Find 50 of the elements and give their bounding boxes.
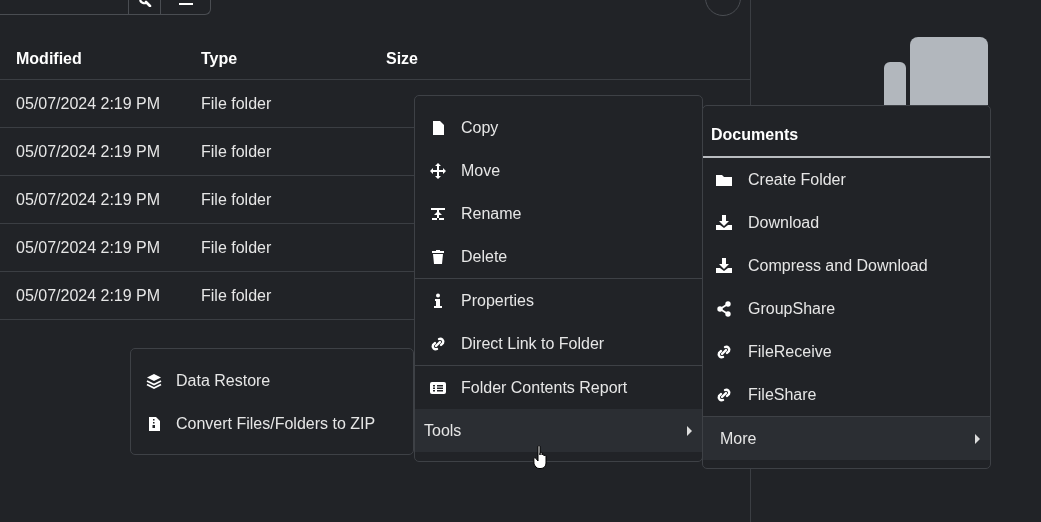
share-icon [716, 300, 732, 317]
download-icon [716, 257, 732, 274]
menu-item[interactable]: Convert Files/Folders to ZIP [131, 402, 413, 445]
link-icon [716, 386, 732, 403]
menu-item[interactable]: Tools [415, 409, 702, 452]
table-cell-text: File folder [201, 94, 273, 113]
table-cell-text: File folder [201, 238, 273, 257]
menu-item[interactable]: Download [703, 201, 990, 244]
move-arrows-icon [430, 162, 446, 179]
search-button[interactable] [128, 0, 161, 15]
menu-item[interactable]: More [703, 417, 990, 460]
column-header[interactable]: Type [201, 50, 386, 68]
menu-item[interactable]: Data Restore [131, 359, 413, 402]
list-icon [430, 379, 446, 396]
link-icon [716, 343, 732, 360]
table-cell-text: 05/07/2024 2:19 PM [16, 238, 162, 257]
caret-icon [687, 425, 692, 436]
text-cursor-icon [430, 205, 446, 222]
menu-title: Documents [703, 106, 990, 158]
menu-item[interactable]: Rename [415, 192, 702, 235]
column-header[interactable]: Size [386, 50, 571, 68]
zip-file-icon [146, 415, 162, 432]
menu-item[interactable]: Move [415, 149, 702, 192]
table-cell-text: 05/07/2024 2:19 PM [16, 142, 162, 161]
file-icon [430, 119, 446, 136]
menu-item[interactable]: Direct Link to Folder [415, 322, 702, 365]
link-icon [430, 335, 446, 352]
download-icon [716, 214, 732, 231]
table-cell-text: 05/07/2024 2:19 PM [16, 94, 162, 113]
caret-icon [975, 433, 980, 444]
table-cell-text: File folder [201, 190, 273, 209]
hand-cursor-icon [533, 445, 550, 470]
layers-icon [146, 372, 162, 389]
menu-item[interactable]: Properties [415, 279, 702, 322]
table-cell-text: 05/07/2024 2:19 PM [16, 286, 162, 305]
menu-item[interactable]: GroupShare [703, 287, 990, 330]
trash-icon [430, 248, 446, 265]
menu-item[interactable]: Create Folder [703, 158, 990, 201]
menu-item[interactable]: FileReceive [703, 330, 990, 373]
table-cell-text: 05/07/2024 2:19 PM [16, 190, 162, 209]
menu-item[interactable]: FileShare [703, 373, 990, 416]
menu-item[interactable]: Folder Contents Report [415, 366, 702, 409]
table-cell-text: File folder [201, 142, 273, 161]
column-header[interactable]: Modified [16, 50, 201, 68]
search-icon [137, 0, 152, 7]
menu-button[interactable] [161, 0, 211, 15]
menu-item[interactable]: Compress and Download [703, 244, 990, 287]
menu-item[interactable]: Delete [415, 235, 702, 278]
table-cell-text: File folder [201, 286, 273, 305]
menu-item[interactable]: Copy [415, 106, 702, 149]
